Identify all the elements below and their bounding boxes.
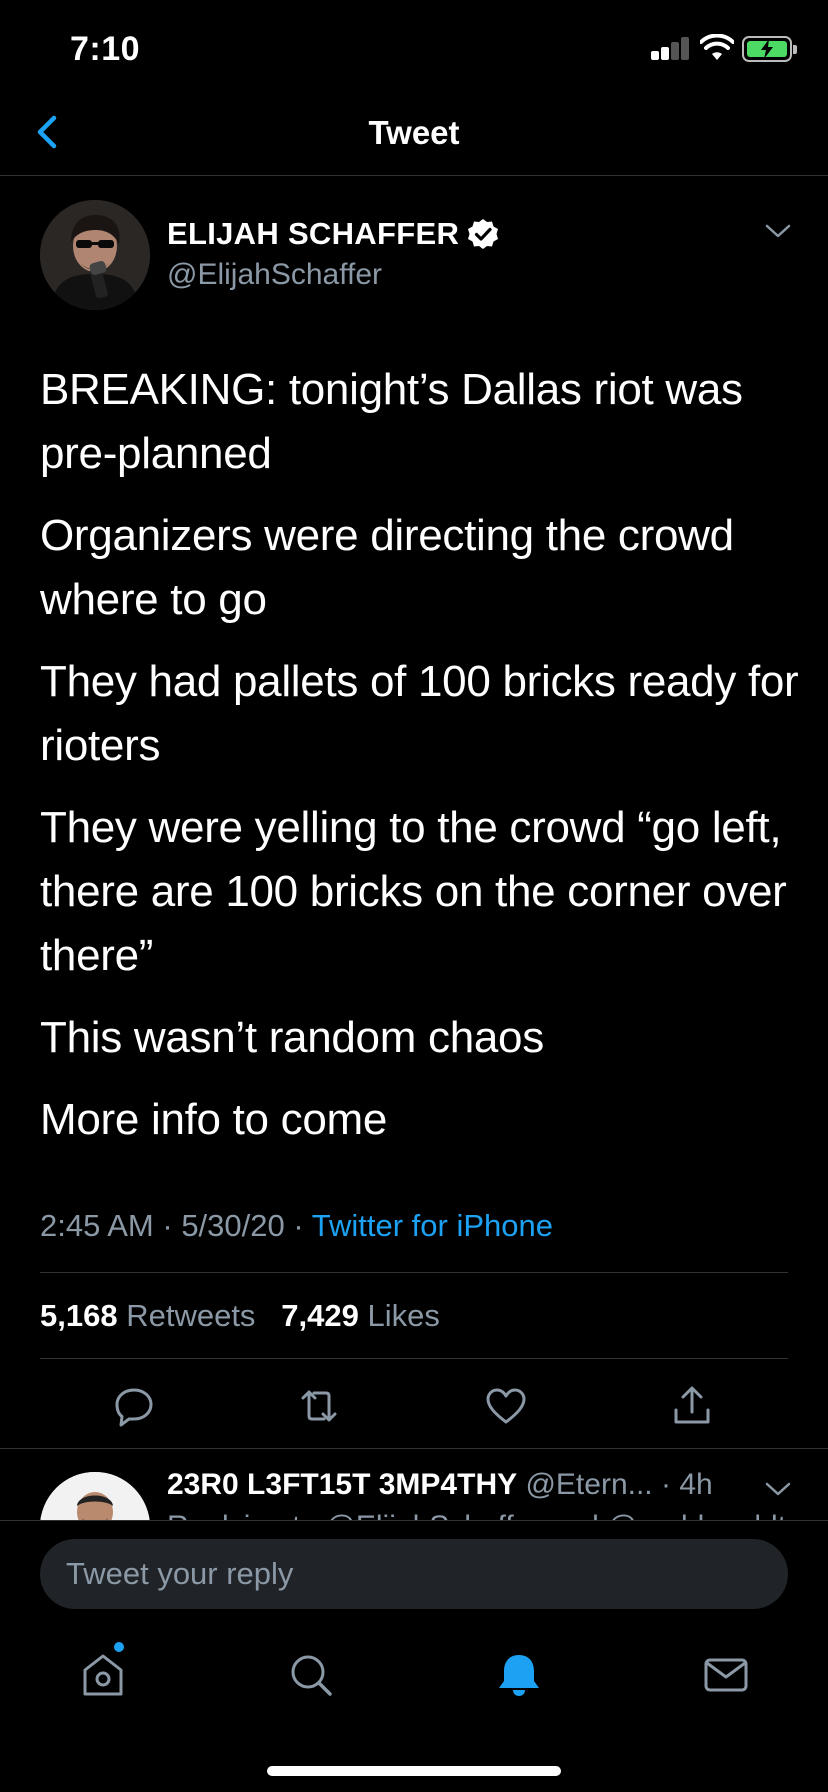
- new-content-dot: [114, 1642, 124, 1652]
- divider: [40, 1358, 788, 1359]
- divider: [0, 1448, 828, 1449]
- reply-text-peek: Replying to @ElijahSchaffer and @realdon…: [167, 1510, 786, 1520]
- wifi-icon: [700, 34, 734, 60]
- retweet-icon[interactable]: [297, 1384, 341, 1428]
- verified-badge-icon: [468, 219, 499, 249]
- author-name-row[interactable]: ELIJAH SCHAFFER: [167, 216, 499, 252]
- tweet-paragraph: This wasn’t random chaos: [40, 1013, 544, 1062]
- status-time: 7:10: [70, 30, 141, 68]
- reply-icon[interactable]: [112, 1384, 156, 1428]
- reply-item[interactable]: 23R0 L3FT15T 3MP4THY @Etern... · 4h Repl…: [0, 1450, 828, 1520]
- reply-input[interactable]: [40, 1539, 788, 1609]
- battery-icon: [742, 36, 797, 62]
- home-icon[interactable]: [78, 1650, 128, 1700]
- tweet-timestamp: 2:45 AM · 5/30/20 · Twitter for iPhone: [40, 1208, 553, 1243]
- reply-avatar[interactable]: [40, 1472, 150, 1520]
- chevron-down-icon[interactable]: [764, 222, 792, 240]
- retweets-stat[interactable]: 5,168 Retweets: [40, 1298, 255, 1333]
- cellular-signal-icon: [651, 36, 691, 60]
- tweet-source-link[interactable]: Twitter for iPhone: [312, 1208, 553, 1243]
- reply-age: 4h: [679, 1468, 713, 1501]
- tweet-date: 5/30/20: [181, 1208, 285, 1243]
- home-indicator[interactable]: [267, 1766, 561, 1776]
- share-icon[interactable]: [670, 1384, 714, 1428]
- reply-header: 23R0 L3FT15T 3MP4THY @Etern... · 4h: [167, 1468, 713, 1501]
- tweet-text: BREAKING: tonight’s Dallas riot was pre-…: [40, 358, 800, 1170]
- navigation-bar: Tweet: [0, 100, 828, 176]
- messages-icon[interactable]: [701, 1650, 751, 1700]
- notifications-icon[interactable]: [494, 1650, 544, 1700]
- tweet-paragraph: BREAKING: tonight’s Dallas riot was pre-…: [40, 365, 743, 478]
- page-title: Tweet: [368, 114, 460, 151]
- tweet-paragraph: They had pallets of 100 bricks ready for…: [40, 657, 799, 770]
- status-bar: 7:10: [0, 0, 828, 100]
- likes-stat[interactable]: 7,429 Likes: [281, 1298, 440, 1333]
- chevron-down-icon[interactable]: [764, 1480, 792, 1498]
- tab-bar: [0, 1620, 828, 1792]
- reply-composer-bar: [0, 1520, 828, 1620]
- tweet-paragraph: More info to come: [40, 1095, 388, 1144]
- tweet-paragraph: They were yelling to the crowd “go left,…: [40, 803, 787, 980]
- likes-label: Likes: [367, 1298, 440, 1333]
- tweet-paragraph: Organizers were directing the crowd wher…: [40, 511, 734, 624]
- likes-count: 7,429: [281, 1298, 359, 1333]
- search-icon[interactable]: [286, 1650, 336, 1700]
- retweets-count: 5,168: [40, 1298, 118, 1333]
- author-avatar[interactable]: [40, 200, 150, 310]
- reply-author-name[interactable]: 23R0 L3FT15T 3MP4THY: [167, 1468, 517, 1501]
- divider: [40, 1272, 788, 1273]
- like-icon[interactable]: [484, 1384, 528, 1428]
- tweet-stats: 5,168 Retweets 7,429 Likes: [40, 1298, 440, 1334]
- tweet-time: 2:45 AM: [40, 1208, 154, 1243]
- author-handle[interactable]: @ElijahSchaffer: [167, 258, 382, 292]
- reply-handle[interactable]: @Etern...: [525, 1468, 652, 1501]
- retweets-label: Retweets: [126, 1298, 256, 1333]
- author-name[interactable]: ELIJAH SCHAFFER: [167, 216, 459, 252]
